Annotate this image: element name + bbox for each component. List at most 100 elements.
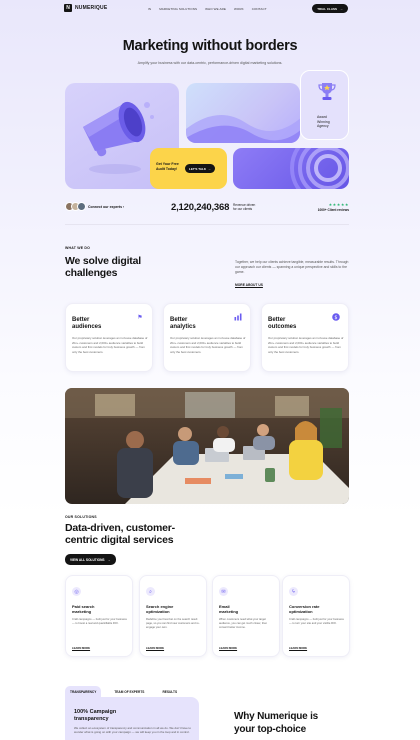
expert-avatars[interactable]	[65, 202, 86, 211]
team-photo	[65, 388, 349, 504]
connect-experts-label: Connect our experts	[88, 205, 123, 209]
arrow-right-icon: →	[107, 557, 111, 562]
target-icon: ◎	[72, 587, 81, 596]
more-about-us-link[interactable]: MORE ABOUT US	[235, 283, 263, 287]
feature-title: Better analytics	[170, 317, 196, 330]
feature-title-line: Better	[72, 317, 90, 323]
why-tabs: TRANSPARENCY TEAM OF EXPERTS RESULTS	[65, 686, 182, 697]
title-line: centric digital services	[65, 533, 174, 546]
feature-card-audiences: Better audiences ⚑ Our proprietary solut…	[65, 303, 153, 372]
solutions-eyebrow: OUR SOLUTIONS	[65, 515, 97, 519]
feature-title-line: analytics	[170, 323, 196, 330]
learn-more-link[interactable]: LEARN MORE	[289, 647, 307, 650]
svg-text:$: $	[334, 315, 337, 321]
avatar	[77, 202, 86, 211]
feature-title: Better audiences	[72, 317, 101, 330]
stats-bar: Connect our experts › 2,120,240,368 Reve…	[65, 199, 349, 215]
panel-title-line: transparency	[74, 715, 109, 722]
service-title-line: marketing	[219, 609, 239, 614]
dollar-icon: $	[332, 313, 340, 321]
award-line: Agency	[317, 124, 329, 129]
service-title-line: marketing	[72, 609, 92, 614]
what-we-do-title: We solve digital challenges	[65, 255, 141, 280]
what-we-do-text: Together, we help our clients achieve ta…	[235, 260, 349, 274]
trial-class-label: TRIAL CLASS	[317, 6, 337, 11]
service-body: When customers need what your target aud…	[219, 618, 268, 630]
service-title-line: optimization	[289, 609, 313, 614]
logo-mark: N	[64, 4, 72, 12]
what-we-do-eyebrow: WHAT WE DO	[65, 246, 91, 250]
nav-link-marketing-solutions[interactable]: MARKETING SOLUTIONS	[159, 7, 197, 11]
feature-card-outcomes: Better outcomes $ Our proprietary soluti…	[261, 303, 349, 372]
feature-title-line: Better	[170, 317, 188, 323]
service-card-seo[interactable]: ⌕ Search engine optimization Redefine yo…	[139, 575, 207, 657]
learn-more-link[interactable]: LEARN MORE	[72, 647, 90, 650]
top-nav: N NUMERIQUE IN MARKETING SOLUTIONS WHO W…	[64, 4, 348, 16]
title-line: challenges	[65, 266, 118, 279]
nav-link-home[interactable]: IN	[148, 7, 151, 11]
team-meeting-image	[65, 388, 349, 504]
panel-body: We collect an ecosystem of transparency …	[74, 726, 191, 735]
tab-results[interactable]: RESULTS	[157, 686, 182, 697]
connect-experts-link[interactable]: Connect our experts ›	[88, 205, 124, 209]
section-divider	[65, 224, 349, 225]
reviews-count: 1000+ Client reviews	[317, 208, 349, 212]
feature-title-line: Better	[268, 317, 286, 323]
wave-graphic	[186, 115, 300, 143]
service-card-email[interactable]: ✉ Email marketing When customers need wh…	[212, 575, 280, 657]
why-title-line: your top-choice	[234, 723, 307, 735]
lets-talk-label: LET'S TALK	[189, 166, 206, 171]
free-audit-card: Get Your Free Audit Today! LET'S TALK →	[150, 148, 227, 189]
lets-talk-button[interactable]: LET'S TALK →	[185, 164, 215, 173]
service-title: Conversion rate optimization	[289, 604, 319, 614]
trophy-icon	[318, 83, 336, 100]
chevron-right-icon: ›	[123, 205, 125, 209]
star-rating-icon: ★★★★★	[328, 202, 349, 207]
trial-class-button[interactable]: TRIAL CLASS →	[312, 4, 348, 13]
service-body: Craft campaigns — built just for your bu…	[289, 618, 344, 626]
why-title-line: Why Numerique is	[234, 711, 319, 722]
feature-body: Our proprietary solution leverages an in…	[72, 336, 148, 354]
chart-icon	[234, 313, 242, 321]
solutions-title: Data-driven, customer- centric digital s…	[65, 522, 175, 547]
logo[interactable]: N NUMERIQUE	[64, 4, 107, 12]
why-numerique-title: Why Numerique is your top-choice	[234, 711, 318, 736]
bolt-icon: ϟ	[289, 587, 298, 596]
service-card-cro[interactable]: ϟ Conversion rate optimization Craft cam…	[282, 575, 350, 657]
revenue-label: Revenue driven for our clients	[233, 203, 255, 212]
nav-link-who-we-are[interactable]: WHO WE ARE	[205, 7, 226, 11]
revenue-label-line: for our clients	[233, 207, 253, 212]
flag-icon: ⚑	[137, 314, 143, 321]
hero-subtitle: Amplify your business with our data-cent…	[137, 61, 283, 65]
feature-card-analytics: Better analytics Our proprietary solutio…	[163, 303, 251, 372]
tab-transparency[interactable]: TRANSPARENCY	[65, 686, 102, 697]
service-card-paid-search[interactable]: ◎ Paid search marketing Craft campaigns …	[65, 575, 133, 657]
tab-team-of-experts[interactable]: TEAM OF EXPERTS	[109, 686, 149, 697]
mail-icon: ✉	[219, 587, 228, 596]
logo-text: NUMERIQUE	[75, 5, 108, 11]
learn-more-link[interactable]: LEARN MORE	[219, 647, 237, 650]
award-text: Award Winning Agency	[317, 115, 330, 129]
nav-link-contact[interactable]: CONTACT	[252, 7, 267, 11]
award-card: Award Winning Agency	[300, 70, 349, 140]
learn-more-link[interactable]: LEARN MORE	[146, 647, 164, 650]
search-icon: ⌕	[146, 587, 155, 596]
view-all-solutions-label: VIEW ALL SOLUTIONS	[70, 557, 105, 562]
revenue-number: 2,120,240,368	[171, 202, 230, 213]
nav-links: IN MARKETING SOLUTIONS WHO WE ARE WORK C…	[148, 7, 267, 11]
arrow-right-icon: →	[208, 166, 211, 171]
arrow-right-icon: →	[340, 6, 343, 11]
feature-title-line: outcomes	[268, 323, 297, 330]
service-title-line: optimization	[146, 609, 170, 614]
view-all-solutions-button[interactable]: VIEW ALL SOLUTIONS →	[65, 554, 116, 565]
rings-graphic	[290, 148, 349, 189]
feature-body: Our proprietary solution leverages an in…	[268, 336, 344, 354]
service-title: Search engine optimization	[146, 604, 173, 614]
feature-body: Our proprietary solution leverages an in…	[170, 336, 246, 354]
service-body: Craft campaigns — built just for your bu…	[72, 618, 127, 626]
panel-title-line: 100% Campaign	[74, 709, 117, 715]
nav-link-work[interactable]: WORK	[234, 7, 244, 11]
swirl-card	[186, 83, 300, 143]
service-body: Redefine your best bet on the search res…	[146, 618, 200, 630]
panel-title: 100% Campaign transparency	[74, 709, 116, 722]
